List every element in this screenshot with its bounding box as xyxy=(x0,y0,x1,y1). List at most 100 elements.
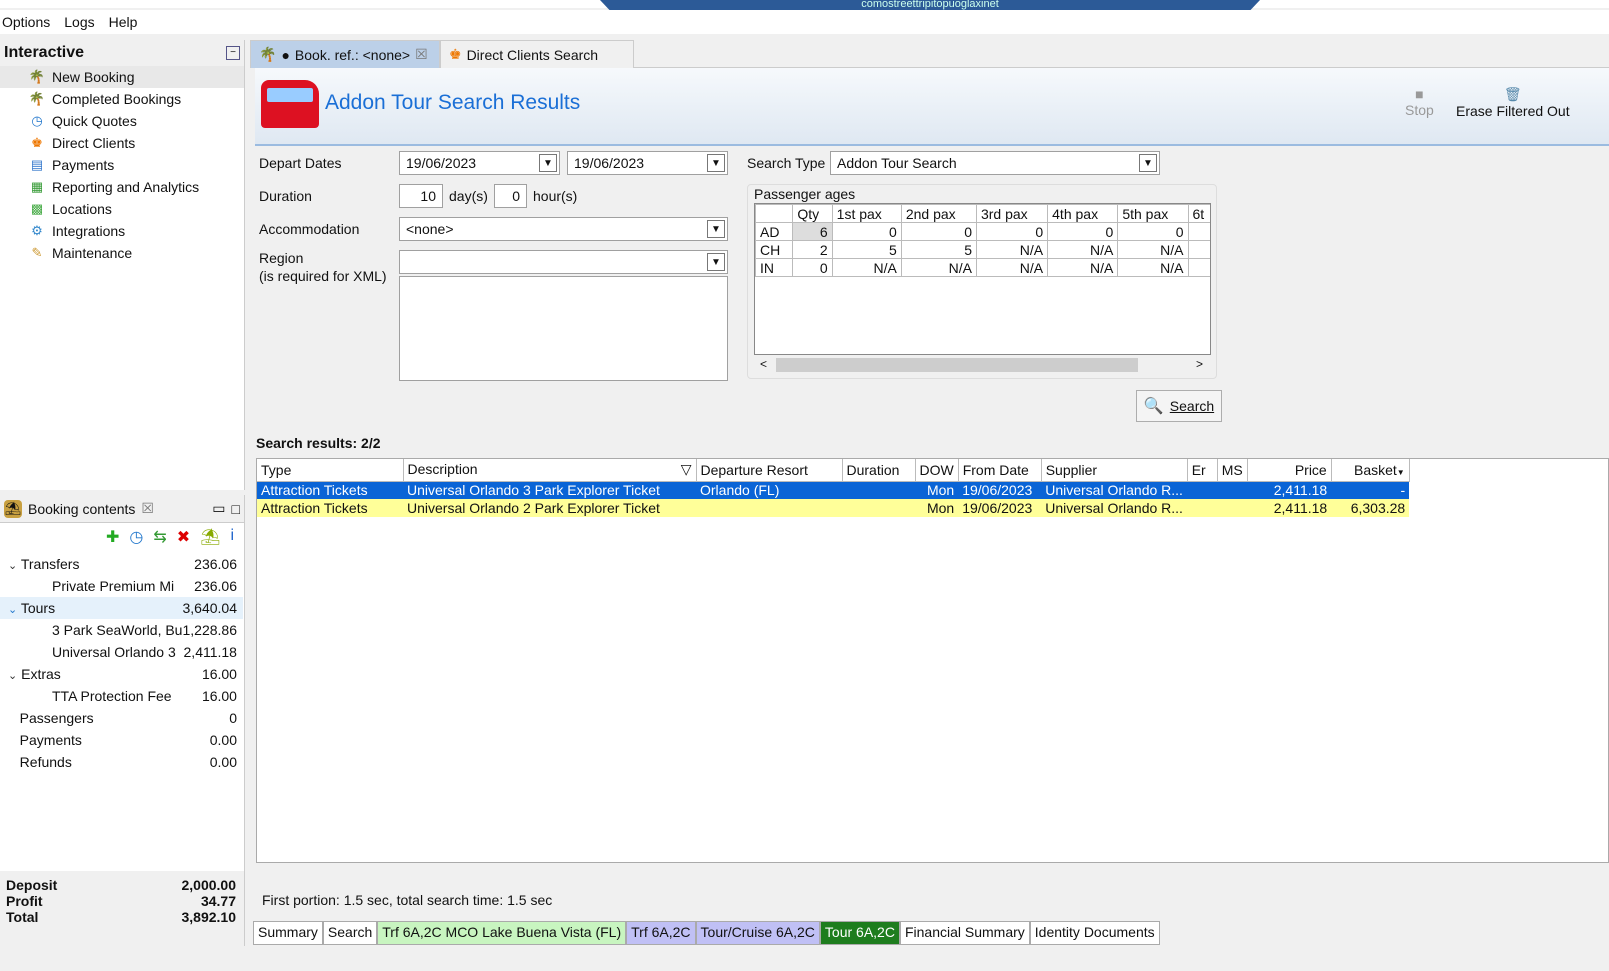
booking-row[interactable]: TTA Protection Fee 16.00 xyxy=(0,685,243,707)
booking-row[interactable]: ⌄ Transfers 236.06 xyxy=(0,553,243,575)
region-select[interactable]: ▼ xyxy=(399,250,728,274)
pax-cell[interactable]: 0 xyxy=(1047,222,1119,241)
bottom-tab-trf-6a-2c[interactable]: Trf 6A,2C xyxy=(626,921,696,945)
pax-cell[interactable]: 0 xyxy=(975,222,1049,241)
column-header[interactable]: Er xyxy=(1187,459,1218,482)
info-icon[interactable]: i xyxy=(230,527,234,549)
pax-cell[interactable]: 5 xyxy=(831,240,902,259)
booking-row[interactable]: Private Premium Mi 236.06 xyxy=(0,575,243,597)
sidebar-item-integrations[interactable]: ⚙ Integrations xyxy=(0,220,244,242)
sidebar-item-payments[interactable]: ▤ Payments xyxy=(0,154,244,176)
bottom-tab-financial-summary[interactable]: Financial Summary xyxy=(899,921,1030,945)
chevron-down-icon[interactable]: ▼ xyxy=(539,154,557,172)
chevron-down-icon[interactable]: ⌄ xyxy=(8,560,17,572)
pax-cell[interactable] xyxy=(1187,240,1210,259)
pax-cell[interactable]: 2 xyxy=(792,240,833,259)
pax-cell[interactable]: 0 xyxy=(900,222,977,241)
pax-cell[interactable]: N/A xyxy=(831,258,902,277)
pax-cell[interactable]: 5 xyxy=(900,240,977,259)
sidebar-item-quick-quotes[interactable]: ◷ Quick Quotes xyxy=(0,110,244,132)
booking-row[interactable]: 3 Park SeaWorld, Bu 1,228.86 xyxy=(0,619,243,641)
close-icon[interactable]: ☒ xyxy=(415,46,428,63)
column-header[interactable]: Basket▼ xyxy=(1331,459,1410,482)
menu-logs[interactable]: Logs xyxy=(64,14,94,30)
column-header[interactable]: DOW xyxy=(915,459,959,482)
pax-row[interactable]: IN 0 N/A N/A N/A N/A N/A xyxy=(755,258,1210,277)
bottom-tab-search[interactable]: Search xyxy=(322,921,378,945)
pax-cell[interactable]: N/A xyxy=(1047,240,1119,259)
pax-cell[interactable]: AD xyxy=(755,222,794,241)
booking-row[interactable]: Universal Orlando 3 2,411.18 xyxy=(0,641,243,663)
tour-icon[interactable]: ⛱ xyxy=(200,527,220,549)
chevron-down-icon[interactable]: ▼ xyxy=(707,220,725,238)
sidebar-item-maintenance[interactable]: ✎ Maintenance xyxy=(0,242,244,264)
bottom-tab-identity-documents[interactable]: Identity Documents xyxy=(1029,921,1160,945)
sidebar-item-completed-bookings[interactable]: 🌴 Completed Bookings xyxy=(0,88,244,110)
delete-icon[interactable]: ✖ xyxy=(177,527,190,549)
scroll-right-icon[interactable]: > xyxy=(1196,357,1203,371)
sidebar-item-reporting-and-analytics[interactable]: ▦ Reporting and Analytics xyxy=(0,176,244,198)
scroll-left-icon[interactable]: < xyxy=(760,357,767,371)
depart-date-from[interactable]: 19/06/2023 ▼ xyxy=(399,151,560,175)
table-row[interactable]: Attraction Tickets Universal Orlando 3 Pa… xyxy=(257,481,1410,499)
column-header[interactable]: Duration xyxy=(842,459,916,482)
chevron-down-icon[interactable]: ▼ xyxy=(707,253,725,271)
pax-cell[interactable]: N/A xyxy=(900,258,977,277)
bottom-tab-trf-6a-2c-mco-lake-buena-vista-fl-[interactable]: Trf 6A,2C MCO Lake Buena Vista (FL) xyxy=(377,921,627,945)
menu-help[interactable]: Help xyxy=(109,14,138,30)
column-header[interactable]: From Date xyxy=(958,459,1042,482)
column-header[interactable]: Description ▽ xyxy=(403,459,697,482)
chevron-down-icon[interactable]: ⌄ xyxy=(8,604,17,616)
tab-direct-clients-search[interactable]: ♚ Direct Clients Search xyxy=(440,40,634,68)
sidebar-item-locations[interactable]: ▩ Locations xyxy=(0,198,244,220)
chevron-down-icon[interactable]: ⌄ xyxy=(8,670,17,682)
chevron-down-icon[interactable]: ▼ xyxy=(1139,154,1157,172)
erase-filtered-out-button[interactable]: 🗑 Erase Filtered Out xyxy=(1456,86,1570,119)
sort-icon[interactable]: ▼ xyxy=(1397,468,1405,477)
sidebar-item-direct-clients[interactable]: ♚ Direct Clients xyxy=(0,132,244,154)
pax-cell[interactable]: N/A xyxy=(975,258,1049,277)
pax-row[interactable]: CH 2 5 5 N/A N/A N/A xyxy=(755,240,1210,259)
bottom-tab-tour-6a-2c[interactable]: Tour 6A,2C xyxy=(819,921,900,945)
pax-cell[interactable] xyxy=(1187,222,1210,241)
pax-row[interactable]: AD 6 0 0 0 0 0 xyxy=(755,222,1210,241)
scroll-thumb[interactable] xyxy=(776,358,1138,372)
sidebar-item-new-booking[interactable]: 🌴 New Booking xyxy=(0,66,244,88)
pax-cell[interactable]: 6 xyxy=(792,222,833,241)
stop-button[interactable]: ■ Stop xyxy=(1405,86,1434,118)
booking-row[interactable]: ⌄ Extras 16.00 xyxy=(0,663,243,685)
pax-cell[interactable]: 0 xyxy=(792,258,833,277)
depart-date-to[interactable]: 19/06/2023 ▼ xyxy=(567,151,728,175)
minimize-icon[interactable]: ▭ xyxy=(212,500,225,517)
horizontal-scrollbar[interactable]: < > xyxy=(754,355,1211,375)
tab-booking[interactable]: 🌴 ● Book. ref.: <none> ☒ xyxy=(250,40,440,68)
pax-cell[interactable] xyxy=(1187,258,1210,277)
quote-icon[interactable]: ◷ xyxy=(129,527,143,549)
pax-cell[interactable]: N/A xyxy=(1117,258,1189,277)
pax-cell[interactable]: IN xyxy=(755,258,794,277)
add-icon[interactable]: ✚ xyxy=(106,527,119,549)
chevron-down-icon[interactable]: ▼ xyxy=(707,154,725,172)
booking-row[interactable]: Passengers 0 xyxy=(0,707,243,729)
bottom-tab-summary[interactable]: Summary xyxy=(253,921,323,945)
maximize-icon[interactable]: □ xyxy=(232,501,240,517)
bottom-tab-tour-cruise-6a-2c[interactable]: Tour/Cruise 6A,2C xyxy=(695,921,820,945)
pax-cell[interactable]: 0 xyxy=(1117,222,1189,241)
passenger-ages-grid[interactable]: Qty 1st pax 2nd pax 3rd pax 4th pax 5th pax 6t… xyxy=(754,203,1211,355)
minimize-icon[interactable]: − xyxy=(226,46,240,60)
region-list[interactable] xyxy=(399,276,728,381)
filter-icon[interactable]: ▽ xyxy=(681,461,692,478)
search-type-select[interactable]: Addon Tour Search ▼ xyxy=(830,151,1160,175)
column-header[interactable]: Price xyxy=(1247,459,1332,482)
table-row[interactable]: Attraction Tickets Universal Orlando 2 Pa… xyxy=(257,499,1410,517)
column-header[interactable]: Departure Resort xyxy=(696,459,843,482)
booking-row[interactable]: Refunds 0.00 xyxy=(0,751,243,773)
pax-cell[interactable]: N/A xyxy=(1117,240,1189,259)
booking-row[interactable]: Payments 0.00 xyxy=(0,729,243,751)
pax-cell[interactable]: 0 xyxy=(831,222,902,241)
column-header[interactable]: Supplier xyxy=(1041,459,1188,482)
days-input[interactable]: 10 xyxy=(399,184,443,208)
close-icon[interactable]: ☒ xyxy=(141,500,154,517)
hours-input[interactable]: 0 xyxy=(494,184,527,208)
pax-cell[interactable]: CH xyxy=(755,240,794,259)
